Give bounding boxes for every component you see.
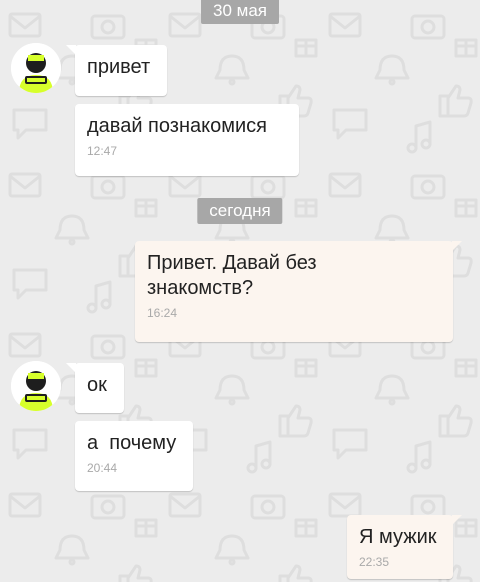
bubble-tail	[66, 363, 76, 373]
message-bubble-incoming[interactable]: привет	[66, 45, 167, 96]
message-text: Я мужик	[359, 526, 437, 548]
message-text: ок	[87, 374, 107, 396]
bubble-tail	[452, 515, 462, 525]
message-text: а почему	[87, 432, 177, 454]
message-bubble-outgoing[interactable]: Я мужик 22:35	[347, 515, 462, 579]
message-timestamp: 20:44	[87, 461, 118, 475]
date-separator: сегодня	[197, 198, 283, 224]
avatar-icon	[11, 43, 61, 93]
bubble-tail	[66, 45, 76, 55]
avatar-icon	[11, 361, 61, 411]
date-separator: 30 мая	[201, 0, 279, 24]
message-bubble-incoming[interactable]: ок	[66, 363, 124, 413]
bubble-tail	[452, 241, 462, 251]
message-bubble-incoming[interactable]: давай познакомися 12:47	[75, 104, 299, 176]
message-timestamp: 12:47	[87, 144, 118, 158]
message-timestamp: 16:24	[147, 306, 178, 320]
message-bubble-incoming[interactable]: а почему 20:44	[75, 421, 193, 491]
message-text: привет	[87, 56, 151, 78]
message-timestamp: 22:35	[359, 555, 390, 569]
avatar[interactable]	[11, 361, 61, 411]
message-text: давай познакомися	[87, 115, 267, 137]
message-text: Привет. Давай без знакомств?	[147, 252, 317, 299]
avatar[interactable]	[11, 43, 61, 93]
message-bubble-outgoing[interactable]: Привет. Давай без знакомств? 16:24	[135, 241, 462, 342]
